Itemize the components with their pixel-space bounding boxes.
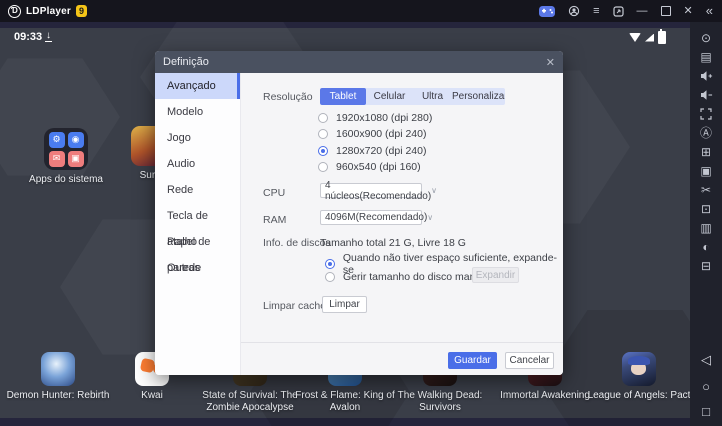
nav-recents-icon[interactable]: □ — [690, 404, 722, 419]
app-title: LDPlayer — [26, 6, 71, 17]
radio-icon — [318, 146, 328, 156]
ldplayer-window: 09:33 ↓ ⚙ ◉ ✉ ▣ Apps do sistema Survi De… — [0, 0, 722, 426]
tab-tablet[interactable]: Tablet — [320, 88, 366, 105]
disk-summary: Tamanho total 21 G, Livre 18 G — [320, 237, 466, 249]
mini-mode-icon[interactable] — [613, 6, 624, 17]
android-version-badge: 9 — [76, 5, 87, 17]
titlebar: Ɗ LDPlayer 9 ≡ — ✕ « — [0, 0, 722, 22]
app-label: The Walking Dead: Survivors — [385, 390, 495, 414]
expand-button[interactable]: Expandir — [472, 267, 519, 283]
tab-ultra[interactable]: Ultra — [413, 88, 452, 105]
clear-cache-label: Limpar cache — [263, 300, 326, 312]
app-label: Kwai — [141, 390, 163, 402]
clock: 09:33 — [14, 31, 42, 43]
clear-cache-button[interactable]: Limpar — [322, 296, 367, 313]
radio-1280x720[interactable]: 1280x720 (dpi 240) — [318, 145, 427, 157]
dialog-title: Definição — [163, 56, 209, 68]
browser-icon: ◉ — [68, 132, 84, 148]
settings-content: Resolução Tablet Celular Ultra Personali… — [241, 73, 563, 375]
app-label: Immortal Awakening — [500, 390, 590, 402]
volume-up-icon[interactable] — [690, 66, 722, 85]
record-icon[interactable]: ⊙ — [690, 28, 722, 47]
collapse-sidebar-icon[interactable]: « — [706, 0, 713, 22]
cpu-select[interactable]: 4 núcleos(Recomendado) ∨ — [320, 183, 422, 198]
sidebar-item-audio[interactable]: Audio — [155, 151, 240, 177]
screenshot-icon[interactable]: ⊞ — [690, 142, 722, 161]
macro-recorder-icon[interactable]: Ⓐ — [690, 123, 722, 142]
sidebar-item-jogo[interactable]: Jogo — [155, 125, 240, 151]
screen-clip-icon[interactable]: ✂ — [690, 180, 722, 199]
radio-1600x900[interactable]: 1600x900 (dpi 240) — [318, 128, 427, 140]
emulator-toolbar: ⊙ ▤ Ⓐ ⊞ ▣ ✂ ⊡ ▥ ◐ ⊟ ◁ ○ □ — [690, 22, 722, 426]
sidebar-item-rede[interactable]: Rede — [155, 177, 240, 203]
minimize-button[interactable]: — — [637, 0, 648, 22]
sync-icon[interactable]: ⊡ — [690, 199, 722, 218]
nav-home-icon[interactable]: ○ — [690, 379, 722, 394]
install-apk-icon[interactable]: ▣ — [690, 161, 722, 180]
radio-1920x1080[interactable]: 1920x1080 (dpi 280) — [318, 112, 432, 124]
more-tools-icon[interactable]: ⊟ — [690, 256, 722, 275]
game-center-icon[interactable] — [539, 6, 555, 17]
shake-icon[interactable]: ◐ — [690, 237, 722, 256]
battery-icon — [658, 31, 666, 44]
sidebar-item-outras[interactable]: Outras — [155, 255, 240, 281]
dialog-header: Definição ✕ — [155, 51, 563, 73]
signal-icon — [645, 34, 654, 42]
resolution-label: Resolução — [263, 91, 313, 103]
app-label: League of Angels: Pact — [588, 390, 690, 402]
folder-icon[interactable]: ⚙ ◉ ✉ ▣ — [44, 128, 88, 170]
support-headset-icon[interactable] — [568, 5, 580, 17]
ram-select[interactable]: 4096M(Recomendado) ∨ — [320, 210, 422, 225]
maximize-button[interactable] — [661, 6, 671, 16]
save-button[interactable]: Guardar — [448, 352, 497, 369]
radio-icon — [318, 162, 328, 172]
camera-icon: ▣ — [68, 151, 84, 167]
settings-sidebar: Avançado Modelo Jogo Audio Rede Tecla de… — [155, 73, 241, 375]
virtual-keyboard-icon[interactable]: ▤ — [690, 47, 722, 66]
resolution-tabs: Tablet Celular Ultra Personalizar — [320, 88, 505, 105]
app-icon[interactable] — [41, 352, 75, 386]
tab-personalizar[interactable]: Personalizar — [452, 88, 505, 105]
sidebar-item-papel-de-parede[interactable]: Papel de parede — [155, 229, 240, 255]
dialog-close-icon[interactable]: ✕ — [546, 56, 555, 69]
wallpaper-top-strip — [0, 22, 690, 28]
radio-960x540[interactable]: 960x540 (dpi 160) — [318, 161, 421, 173]
titlebar-brand: Ɗ LDPlayer 9 — [0, 5, 87, 18]
multi-instance-icon[interactable]: ▥ — [690, 218, 722, 237]
cancel-button[interactable]: Cancelar — [505, 352, 554, 369]
radio-icon — [318, 113, 328, 123]
volume-down-icon[interactable] — [690, 85, 722, 104]
close-button[interactable]: ✕ — [684, 0, 693, 22]
dock-app-league-of-angels[interactable]: League of Angels: Pact — [584, 352, 690, 402]
radio-icon — [318, 129, 328, 139]
chevron-down-icon: ∨ — [427, 213, 433, 222]
footer-divider — [241, 342, 563, 343]
app-label: Apps do sistema — [29, 174, 103, 186]
menu-icon[interactable]: ≡ — [593, 0, 599, 22]
radio-icon — [325, 259, 335, 269]
messages-icon: ✉ — [49, 151, 65, 167]
chevron-down-icon: ∨ — [431, 186, 437, 195]
download-icon[interactable]: ↓ — [45, 30, 52, 42]
sidebar-item-avancado[interactable]: Avançado — [155, 73, 240, 99]
sidebar-item-tecla-de-atalho[interactable]: Tecla de atalho — [155, 203, 240, 229]
tab-celular[interactable]: Celular — [366, 88, 413, 105]
fullscreen-icon[interactable] — [690, 104, 722, 123]
radio-icon — [325, 272, 335, 282]
ram-label: RAM — [263, 214, 286, 226]
settings-icon: ⚙ — [49, 132, 65, 148]
app-label: Frost & Flame: King of Avalon — [290, 390, 400, 414]
status-icons — [629, 31, 666, 44]
app-icon[interactable] — [622, 352, 656, 386]
settings-dialog: Definição ✕ Avançado Modelo Jogo Audio R… — [155, 51, 563, 375]
wifi-icon — [629, 33, 641, 42]
sidebar-item-modelo[interactable]: Modelo — [155, 99, 240, 125]
app-label: Demon Hunter: Rebirth — [7, 390, 110, 402]
ldplayer-logo-icon: Ɗ — [8, 5, 21, 18]
nav-back-icon[interactable]: ◁ — [690, 352, 722, 368]
cpu-label: CPU — [263, 187, 285, 199]
app-label: State of Survival: The Zombie Apocalypse — [195, 390, 305, 414]
